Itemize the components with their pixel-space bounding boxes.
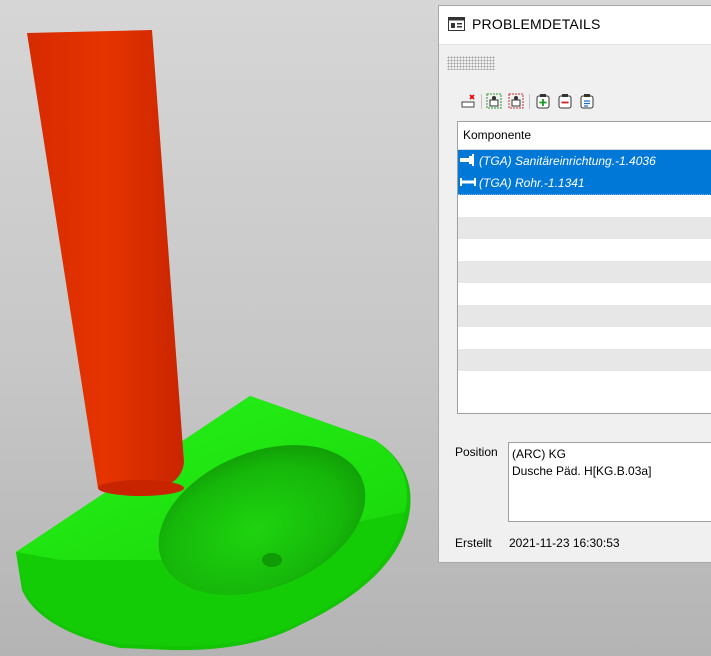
remove-red-x-icon[interactable]: [459, 92, 477, 110]
add-plus-icon[interactable]: [534, 92, 552, 110]
row-label: (TGA) Sanitäreinrichtung.-1.4036: [479, 154, 656, 168]
position-line: (ARC) KG: [512, 447, 566, 461]
created-label: Erstellt: [455, 536, 492, 550]
pipe-icon: [460, 178, 476, 186]
shower-tray-model[interactable]: [16, 396, 411, 651]
clipboard-list-icon[interactable]: [578, 92, 596, 110]
remove-minus-icon[interactable]: [556, 92, 574, 110]
position-field[interactable]: (ARC) KG Dusche Päd. H[KG.B.03a]: [508, 442, 711, 522]
position-label: Position: [455, 445, 498, 459]
panel-window-icon: [448, 17, 465, 31]
components-table[interactable]: Komponente (TGA) Sanitäreinrichtung.-1.4…: [457, 121, 711, 414]
problem-details-panel: PROBLEMDETAILS Komponente (TGA) Sanitäre…: [438, 5, 711, 563]
pipe-model[interactable]: [27, 30, 184, 496]
created-timestamp: 2021-11-23 16:30:53: [509, 536, 620, 550]
empty-row: [458, 305, 711, 327]
toolbar-separator: [481, 94, 482, 109]
select-components-icon[interactable]: [485, 92, 503, 110]
panel-titlebar[interactable]: PROBLEMDETAILS: [439, 6, 711, 45]
toolbar-separator: [529, 94, 530, 109]
position-line: Dusche Päd. H[KG.B.03a]: [512, 464, 652, 478]
table-row-pipe[interactable]: (TGA) Rohr.-1.1341: [458, 172, 711, 195]
table-row-sanitary[interactable]: (TGA) Sanitäreinrichtung.-1.4036: [458, 150, 711, 173]
row-label: (TGA) Rohr.-1.1341: [479, 176, 585, 190]
empty-row: [458, 261, 711, 283]
deselect-components-icon[interactable]: [507, 92, 525, 110]
column-header-komponente[interactable]: Komponente: [458, 122, 711, 150]
empty-row: [458, 217, 711, 239]
empty-row: [458, 349, 711, 371]
sanitary-fixture-icon: [460, 154, 474, 166]
panel-title: PROBLEMDETAILS: [472, 16, 601, 32]
toolbar-grip-handle[interactable]: [447, 56, 495, 70]
